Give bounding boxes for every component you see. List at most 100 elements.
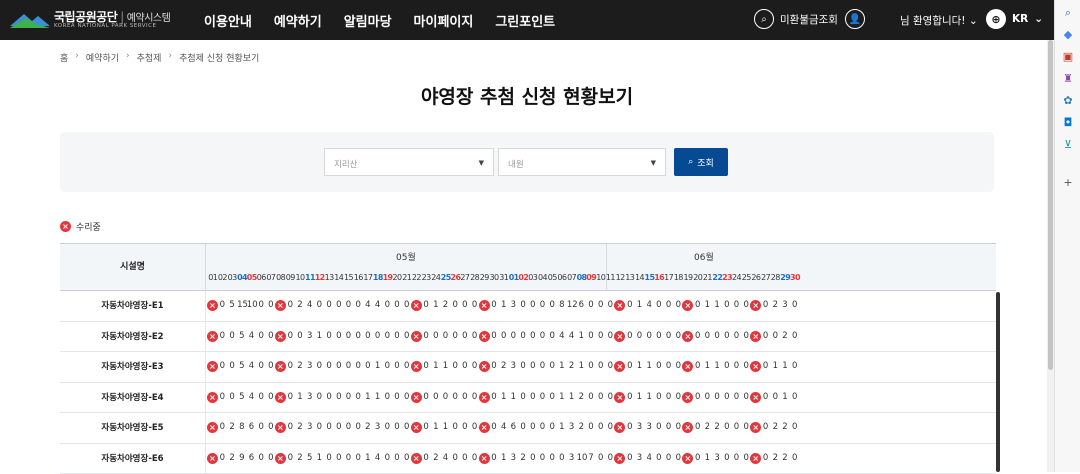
table-row: 자동차야영장-E4×005400×0130000011000×000000×01…: [60, 383, 996, 414]
application-count: 0: [548, 453, 557, 463]
application-count: 2: [771, 422, 780, 432]
application-count: 2: [518, 453, 527, 463]
repair-x-icon: ×: [683, 422, 692, 433]
day-header: 04: [237, 273, 246, 282]
application-count: 6: [577, 300, 586, 310]
table-row: 자동차야영장-E6×029600×0251000014000×024000×01…: [60, 444, 996, 474]
application-count: 0: [761, 361, 770, 371]
repair-x-icon: ×: [750, 422, 761, 433]
application-count: 0: [344, 331, 353, 341]
chess-icon[interactable]: ♜: [1061, 72, 1075, 86]
user-icon[interactable]: 👤: [845, 9, 865, 29]
repair-x-icon: ×: [207, 331, 218, 342]
application-count: 0: [334, 300, 343, 310]
day-header: 22: [712, 273, 721, 282]
application-count: 1: [295, 392, 304, 402]
tag-icon[interactable]: ◆: [1061, 28, 1075, 42]
application-count: 0: [693, 453, 702, 463]
application-count: 2: [227, 422, 236, 432]
day-header: 08: [276, 273, 285, 282]
repair-x-icon: ×: [207, 361, 218, 372]
search-icon[interactable]: ⌕: [1061, 6, 1075, 20]
nav-item-greenpoint[interactable]: 그린포인트: [495, 11, 555, 30]
nav-item-mypage[interactable]: 마이페이지: [414, 11, 474, 30]
area-select[interactable]: 내원 ▼: [498, 148, 666, 176]
plus-icon[interactable]: +: [1061, 176, 1075, 190]
region-select[interactable]: 지리산 ▼: [324, 148, 494, 176]
application-count: 0: [470, 331, 479, 341]
application-count: 0: [363, 361, 372, 371]
day-header: 29: [780, 273, 789, 282]
application-count: 2: [431, 453, 440, 463]
nav-item-notice[interactable]: 알림마당: [344, 11, 392, 30]
application-count: 0: [421, 300, 430, 310]
outlook-icon[interactable]: ◘: [1061, 116, 1075, 130]
application-count: 1: [431, 361, 440, 371]
application-count: 3: [635, 453, 644, 463]
welcome-menu[interactable]: 님 환영합니다! ⌄: [900, 13, 978, 28]
application-count: 0: [732, 422, 741, 432]
search-button[interactable]: ⌕ 조회: [674, 148, 728, 176]
day-header: 13: [625, 273, 634, 282]
application-count: 2: [295, 361, 304, 371]
main-nav: 이용안내 예약하기 알림마당 마이페이지 그린포인트: [204, 11, 555, 30]
application-count: 0: [257, 300, 266, 310]
application-count: 0: [470, 361, 479, 371]
application-count: 0: [518, 392, 527, 402]
repair-x-icon: ×: [614, 331, 625, 342]
day-header: 15: [344, 273, 353, 282]
application-count: 0: [596, 361, 605, 371]
application-count: 0: [295, 331, 304, 341]
month-divider: [606, 244, 607, 291]
nav-item-guide[interactable]: 이용안내: [204, 11, 252, 30]
repair-x-icon: ×: [275, 331, 286, 342]
day-header: 01: [509, 273, 518, 282]
application-count: 0: [421, 331, 430, 341]
breadcrumb-home[interactable]: 홈: [60, 51, 68, 64]
application-count: 0: [383, 392, 392, 402]
shopping-icon[interactable]: ⊻: [1061, 138, 1075, 152]
repair-x-icon: ×: [275, 422, 286, 433]
application-count: 1: [441, 422, 450, 432]
day-header: 07: [567, 273, 576, 282]
repair-x-icon: ×: [615, 331, 624, 342]
application-count: 0: [441, 392, 450, 402]
toolbox-icon[interactable]: ▣: [1061, 50, 1075, 64]
application-count: 1: [771, 361, 780, 371]
application-count: 0: [528, 300, 537, 310]
language-selector[interactable]: ⊕ KR ⌄: [986, 9, 1043, 29]
facility-name: 자동차야영장-E4: [60, 383, 206, 413]
application-count: 2: [703, 422, 712, 432]
application-count: 0: [538, 331, 547, 341]
application-count: 0: [771, 331, 780, 341]
application-count: 0: [790, 300, 799, 310]
repair-x-icon: ×: [682, 361, 693, 372]
copilot-icon[interactable]: ✿: [1061, 94, 1075, 108]
repair-x-icon: ×: [208, 331, 217, 342]
repair-x-icon: ×: [412, 300, 421, 311]
breadcrumb-reservation[interactable]: 예약하기: [86, 51, 119, 64]
breadcrumb-lottery[interactable]: 추첨제: [137, 51, 162, 64]
repair-x-icon: ×: [275, 300, 286, 311]
day-header: 05: [247, 273, 256, 282]
application-count: 0: [664, 392, 673, 402]
unpaid-refund-button[interactable]: ⌕ 미환불금조회: [754, 9, 838, 29]
application-count: 0: [654, 300, 663, 310]
application-count: 0: [286, 361, 295, 371]
repair-x-icon: ×: [480, 422, 489, 433]
repair-x-icon: ×: [683, 361, 692, 372]
application-count: 0: [354, 392, 363, 402]
day-header: 26: [751, 273, 760, 282]
application-count: 0: [334, 361, 343, 371]
knps-logo[interactable]: 국립공원공단|예약시스템 KOREA NATIONAL PARK SERVICE: [10, 6, 180, 34]
day-header: 16: [654, 273, 663, 282]
nav-item-reservation[interactable]: 예약하기: [274, 11, 322, 30]
application-count: 5: [227, 300, 236, 310]
table-scrollbar[interactable]: [996, 292, 1000, 472]
day-header: 27: [761, 273, 770, 282]
application-count: 0: [489, 361, 498, 371]
day-header: 24: [431, 273, 440, 282]
application-count: 0: [383, 331, 392, 341]
repair-x-icon: ×: [480, 361, 489, 372]
application-count: 1: [431, 422, 440, 432]
